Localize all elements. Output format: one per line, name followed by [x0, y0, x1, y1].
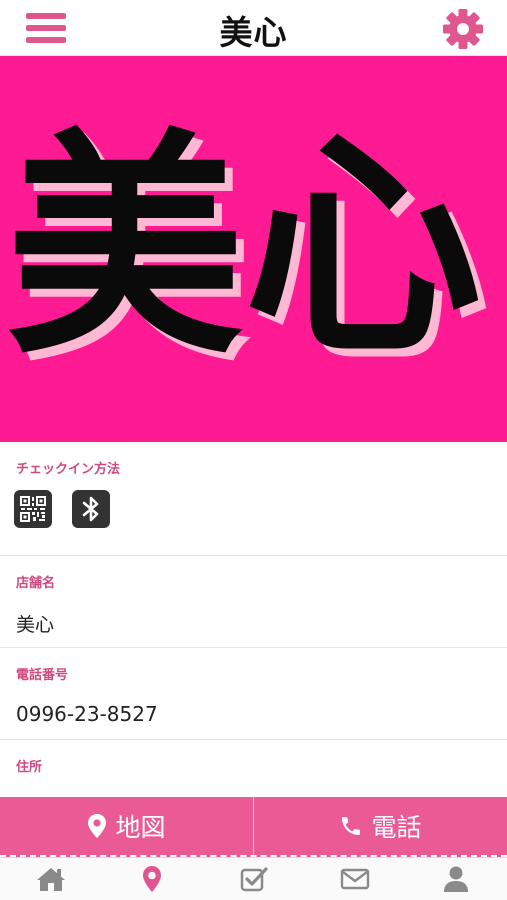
tab-mail[interactable]: [304, 858, 405, 900]
tab-location[interactable]: [101, 858, 202, 900]
home-icon: [36, 868, 65, 891]
address-label: 住所: [16, 760, 43, 775]
map-button[interactable]: 地図: [0, 797, 253, 855]
hero-text: 美心: [6, 110, 482, 387]
qr-code-icon[interactable]: [14, 490, 52, 528]
bluetooth-icon[interactable]: [72, 490, 110, 528]
checkin-section: チェックイン方法: [0, 442, 507, 556]
call-button[interactable]: 電話: [253, 797, 507, 855]
app-title: 美心: [219, 13, 288, 52]
gear-icon[interactable]: [441, 7, 485, 51]
map-pin-icon: [88, 814, 107, 838]
address-section: 住所: [0, 740, 507, 797]
tab-checkin[interactable]: [203, 858, 304, 900]
store-section: 店舗名 美心: [0, 556, 507, 648]
phone-icon: [342, 817, 361, 835]
action-bar: 地図 電話: [0, 797, 507, 857]
checkin-label: チェックイン方法: [16, 462, 121, 477]
phone-number: 0996-23-8527: [16, 702, 158, 726]
mail-icon: [340, 868, 370, 890]
tab-profile[interactable]: [406, 858, 507, 900]
user-icon: [444, 866, 469, 892]
app-header: 美心: [0, 0, 507, 56]
hero-banner: 美心 美心: [0, 56, 507, 442]
store-name: 美心: [16, 614, 55, 636]
location-pin-icon: [143, 866, 162, 892]
checkin-methods: [14, 490, 110, 530]
store-label: 店舗名: [16, 576, 56, 591]
checklist-icon: [240, 867, 268, 892]
call-button-label: 電話: [371, 813, 422, 842]
phone-section: 電話番号 0996-23-8527: [0, 648, 507, 740]
bottom-tab-bar: [0, 857, 507, 900]
tab-home[interactable]: [0, 858, 101, 900]
menu-icon[interactable]: [22, 9, 70, 47]
phone-label: 電話番号: [16, 668, 69, 683]
map-button-label: 地図: [115, 813, 166, 842]
